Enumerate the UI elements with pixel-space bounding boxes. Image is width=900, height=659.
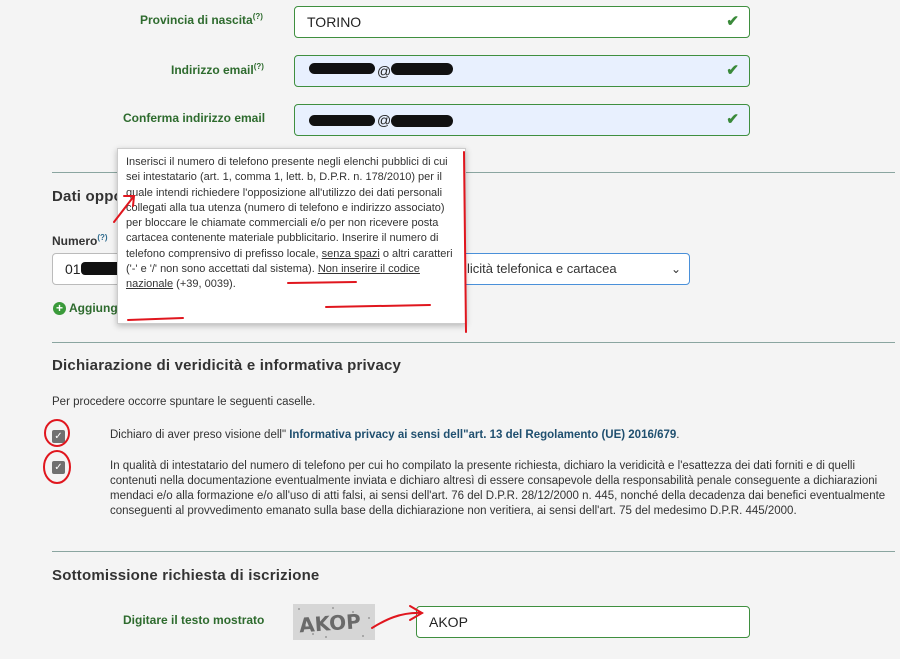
captcha-image-text: AKOP xyxy=(298,609,361,637)
email-label: Indirizzo email(?) xyxy=(171,62,264,77)
provincia-input[interactable]: TORINO ✔ xyxy=(294,6,750,38)
provincia-help-link[interactable]: (?) xyxy=(253,12,263,21)
opposition-type-select[interactable]: licità telefonica e cartacea ⌄ xyxy=(440,253,690,285)
privacy-declaration-1: Dichiaro di aver preso visione dell" Inf… xyxy=(110,429,680,441)
valid-check-icon: ✔ xyxy=(726,111,739,128)
select-value: licità telefonica e cartacea xyxy=(467,261,617,276)
help-tooltip: Inserisci il numero di telefono presente… xyxy=(117,148,466,324)
email-value-visible: @ xyxy=(377,63,392,79)
numero-value-visible: 01 xyxy=(65,261,81,277)
email-input[interactable]: @ ✔ xyxy=(294,55,750,87)
numero-help-link[interactable]: (?) xyxy=(97,233,107,242)
confirm-email-value-visible: @ xyxy=(377,112,392,128)
confirm-email-label: Conferma indirizzo email xyxy=(123,111,266,125)
veridicity-declaration: In qualità di intestatario del numero di… xyxy=(110,460,886,517)
privacy-intro: Per procedere occorre spuntare le seguen… xyxy=(52,396,316,408)
tooltip-underlined-1: senza spazi xyxy=(321,247,380,260)
provincia-label: Provincia di nascita(?) xyxy=(140,12,263,27)
veridicity-checkbox[interactable]: ✓ xyxy=(52,461,65,474)
redaction-mark xyxy=(391,63,453,75)
section-divider xyxy=(52,551,895,552)
add-plus-icon[interactable]: + xyxy=(53,302,66,315)
valid-check-icon: ✔ xyxy=(726,62,739,79)
redaction-mark xyxy=(309,63,375,74)
submit-section-title: Sottomissione richiesta di iscrizione xyxy=(52,567,320,584)
tooltip-text-1: Inserisci il numero di telefono presente… xyxy=(126,156,448,260)
captcha-label: Digitare il testo mostrato xyxy=(123,613,265,627)
section-divider xyxy=(52,342,895,343)
captcha-image: AKOP xyxy=(293,604,375,640)
dati-section-title: Dati oppo xyxy=(52,188,123,205)
numero-label: Numero(?) xyxy=(52,233,108,248)
privacy-section-title: Dichiarazione di veridicità e informativ… xyxy=(52,357,402,374)
privacy-policy-link[interactable]: Informativa privacy ai sensi dell"art. 1… xyxy=(286,429,676,441)
email-help-link[interactable]: (?) xyxy=(254,62,264,71)
chevron-down-icon: ⌄ xyxy=(670,262,681,276)
captcha-input-value: AKOP xyxy=(429,614,468,630)
provincia-value: TORINO xyxy=(307,14,362,30)
redaction-mark xyxy=(309,115,375,126)
numero-input[interactable]: 01 xyxy=(52,253,127,285)
redaction-mark xyxy=(81,262,121,275)
redaction-mark xyxy=(391,115,453,127)
captcha-noise-graphic: AKOP xyxy=(293,604,375,640)
add-number-link[interactable]: Aggiung xyxy=(69,301,118,315)
captcha-input[interactable]: AKOP xyxy=(416,606,750,638)
valid-check-icon: ✔ xyxy=(726,13,739,30)
confirm-email-input[interactable]: @ ✔ xyxy=(294,104,750,136)
tooltip-text-3: (+39, 0039). xyxy=(173,278,236,291)
privacy-checkbox[interactable]: ✓ xyxy=(52,430,65,443)
form-panel: Provincia di nascita(?) TORINO ✔ Indiriz… xyxy=(0,0,900,659)
